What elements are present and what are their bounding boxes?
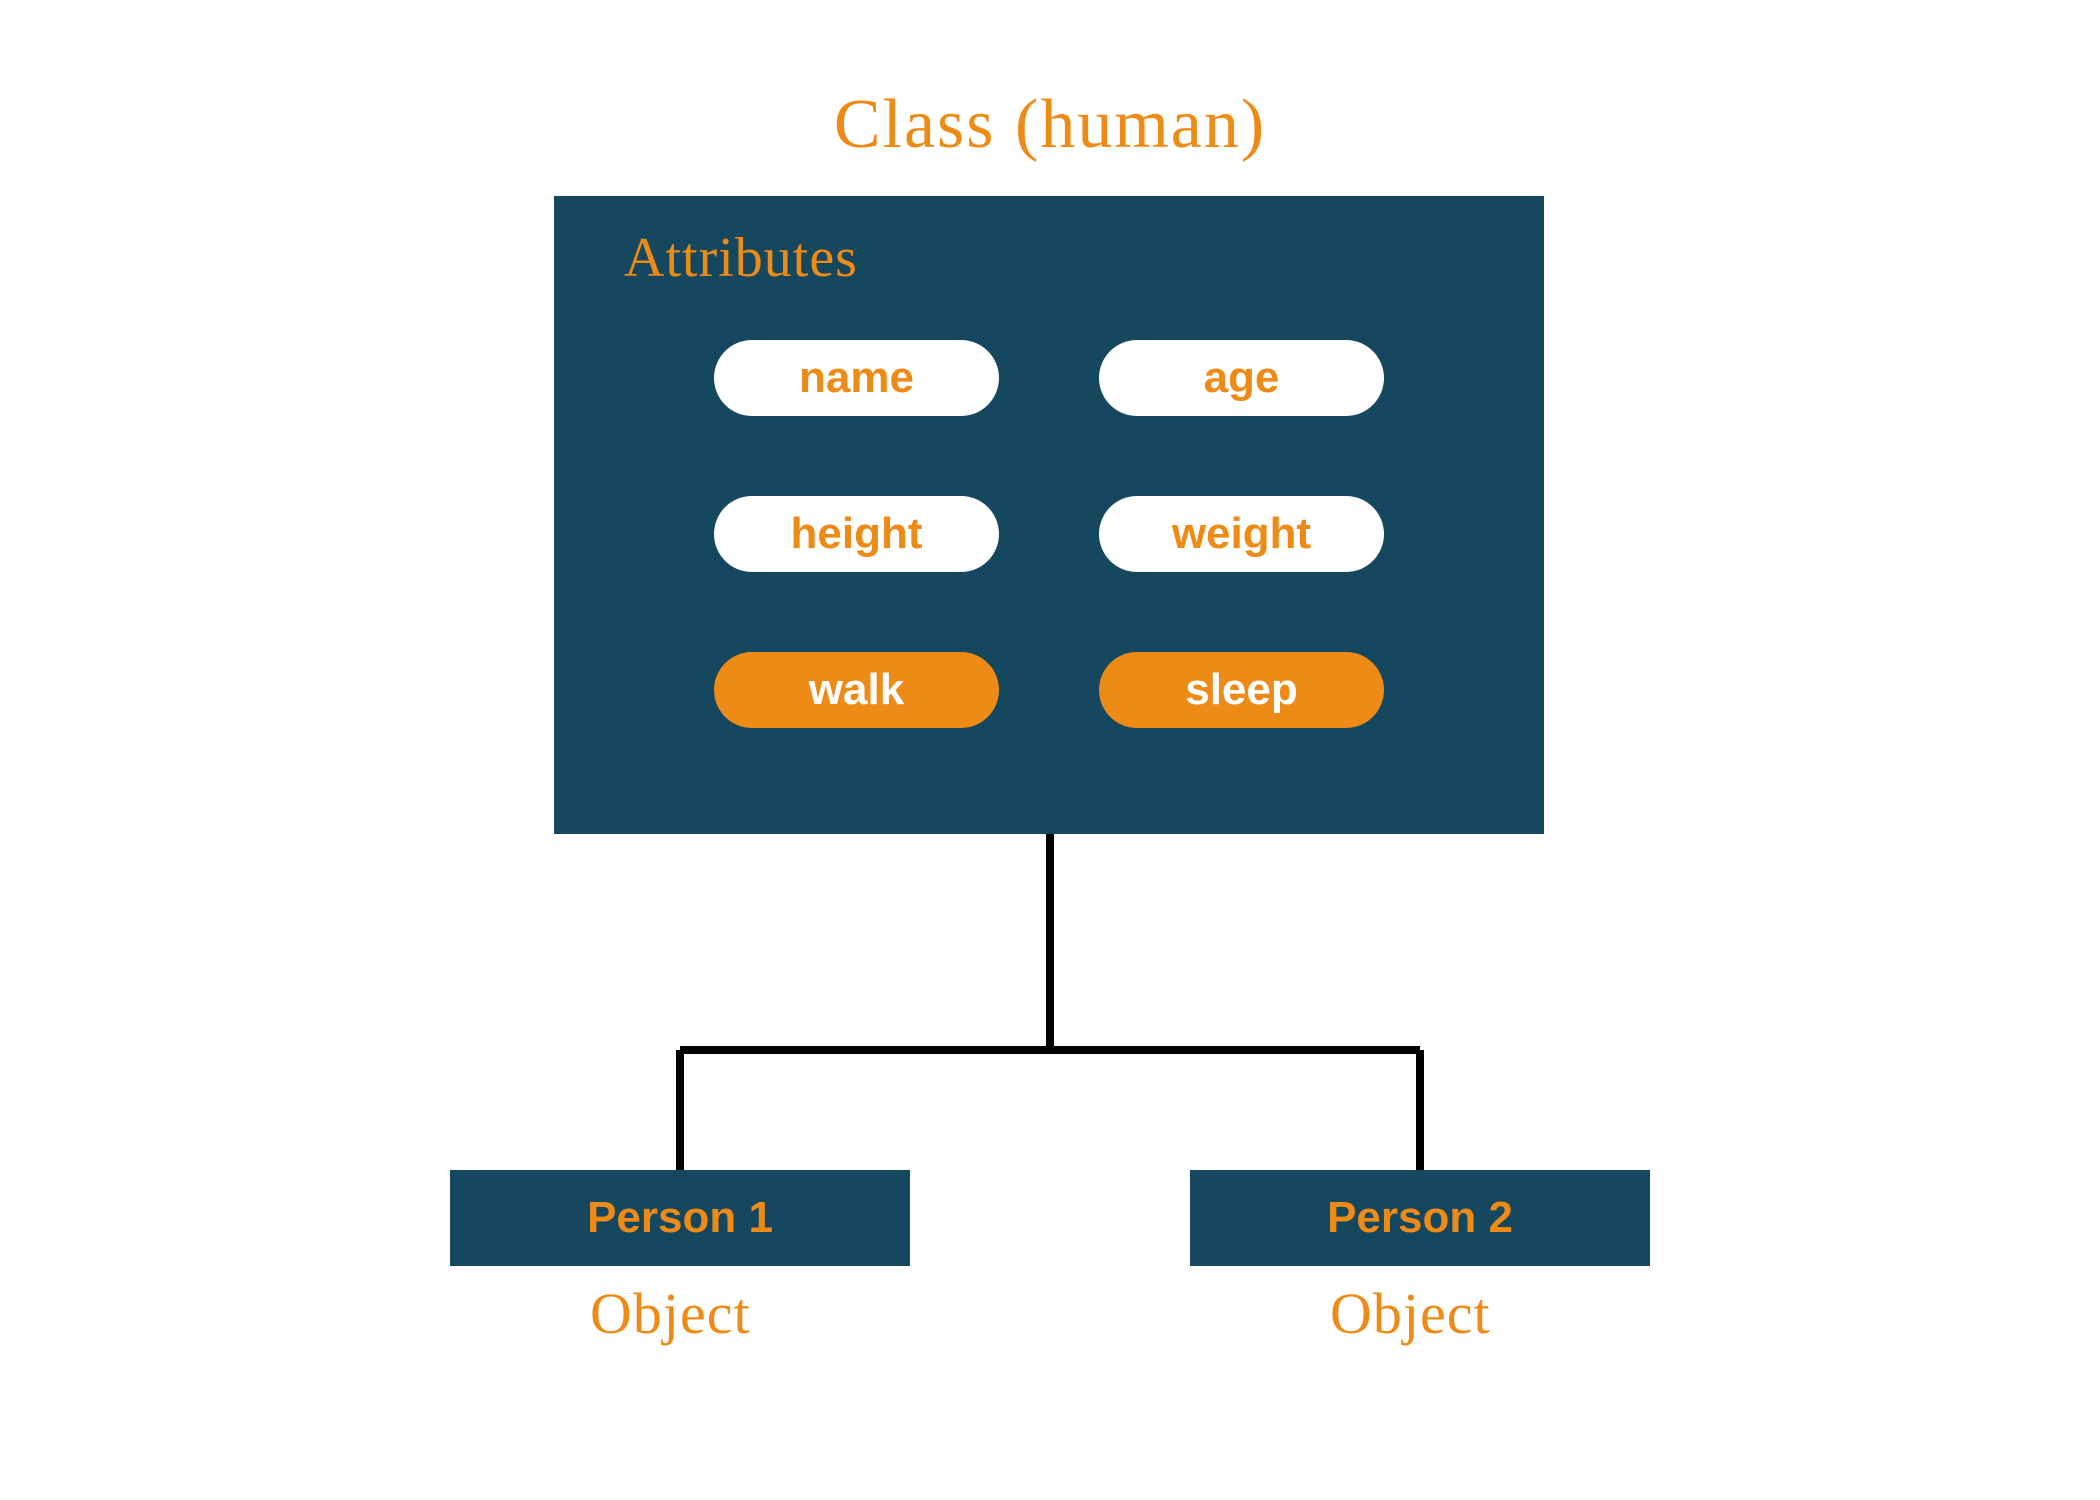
object-caption-right: Object: [1330, 1280, 1491, 1347]
pill-grid: name age height weight walk sleep: [614, 310, 1484, 768]
object-caption-left: Object: [590, 1280, 751, 1347]
object-box-person-1: Person 1: [450, 1170, 910, 1266]
attributes-label: Attributes: [624, 226, 1484, 290]
method-pill-walk: walk: [714, 652, 999, 728]
attribute-pill-height: height: [714, 496, 999, 572]
diagram-title: Class (human): [834, 85, 1266, 165]
attribute-pill-weight: weight: [1099, 496, 1384, 572]
method-pill-sleep: sleep: [1099, 652, 1384, 728]
attribute-pill-age: age: [1099, 340, 1384, 416]
attribute-pill-name: name: [714, 340, 999, 416]
object-box-person-2: Person 2: [1190, 1170, 1650, 1266]
class-box: Attributes name age height weight walk s…: [554, 196, 1544, 834]
